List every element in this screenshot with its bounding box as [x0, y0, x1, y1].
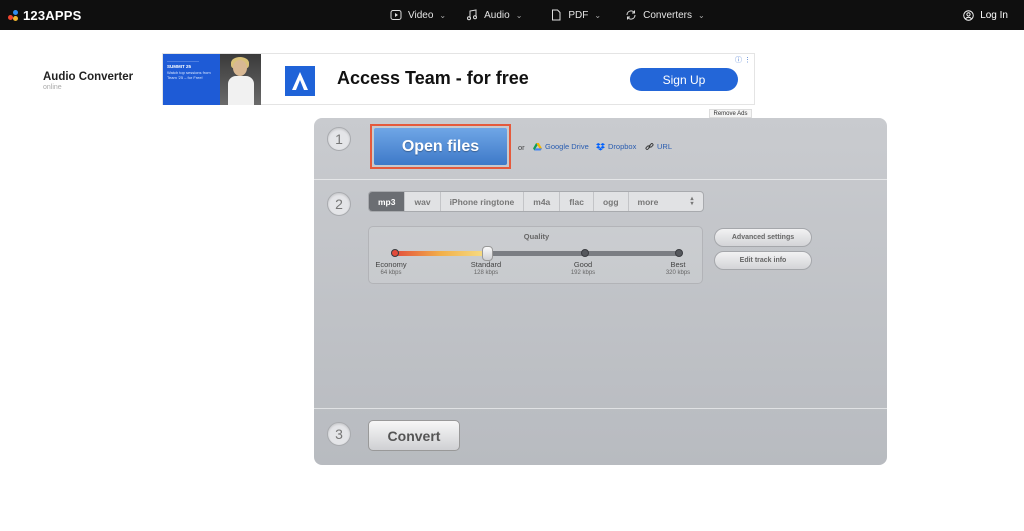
ad-signup-button[interactable]: Sign Up [630, 68, 738, 91]
open-files-button[interactable]: Open files [370, 124, 511, 169]
tab-m4a[interactable]: m4a [524, 192, 561, 211]
ad-banner[interactable]: ———————— SUMMIT 25 Watch top sessions fr… [162, 53, 755, 105]
dropbox-icon [596, 142, 605, 151]
tab-wav[interactable]: wav [405, 192, 441, 211]
dropbox-label: Dropbox [608, 142, 637, 151]
chevron-down-icon: ⌄ [594, 10, 602, 20]
atlassian-logo-icon [285, 66, 315, 96]
tab-mp3[interactable]: mp3 [369, 192, 406, 211]
quality-tick-economy[interactable] [391, 249, 399, 257]
user-icon [963, 9, 974, 21]
more-formats-dropdown[interactable]: more ▴ ▾ [629, 192, 703, 211]
nav-video[interactable]: Video ⌄ [390, 9, 446, 21]
login-button[interactable]: Log In [963, 0, 1008, 30]
quality-level-economy[interactable]: Economy 64 kbps [361, 260, 421, 276]
quality-slider[interactable] [391, 246, 683, 261]
quality-slider-fill [393, 251, 489, 256]
level-name: Standard [470, 260, 502, 269]
nav-converters-label: Converters [643, 9, 692, 21]
level-kbps: 128 kbps [473, 270, 499, 276]
video-icon [390, 10, 402, 20]
remove-ads-link[interactable]: Remove Ads [709, 109, 752, 118]
nav-pdf[interactable]: PDF ⌄ [550, 9, 601, 21]
tab-ogg[interactable]: ogg [594, 192, 629, 211]
converter-panel: 1 Open files or Google Drive Dropbox URL… [314, 118, 887, 465]
quality-label: Quality [523, 232, 550, 241]
google-drive-link[interactable]: Google Drive [533, 142, 589, 151]
level-name: Good [573, 260, 593, 269]
dropbox-link[interactable]: Dropbox [596, 142, 636, 151]
page-title: Audio Converter [43, 71, 134, 83]
link-icon [645, 143, 654, 150]
music-note-icon [467, 9, 478, 21]
quality-level-best[interactable]: Best 320 kbps [648, 260, 708, 276]
url-link[interactable]: URL [645, 142, 672, 151]
nav-audio-label: Audio [484, 9, 510, 21]
top-navigation-bar: 123APPS Video ⌄ Audio ⌄ PDF ⌄ Converters… [0, 0, 1024, 30]
convert-button[interactable]: Convert [368, 420, 460, 451]
level-name: Economy [375, 260, 407, 269]
page-subtitle: online [43, 84, 62, 91]
logo[interactable]: 123APPS [8, 8, 82, 23]
level-kbps: 320 kbps [665, 270, 691, 276]
ad-person-image [220, 54, 261, 105]
tab-iphone-ringtone[interactable]: iPhone ringtone [441, 192, 525, 211]
google-drive-label: Google Drive [545, 142, 589, 151]
step-divider [314, 179, 887, 180]
more-label: more [637, 196, 659, 207]
convert-icon [626, 10, 636, 20]
quality-tick-best[interactable] [675, 249, 683, 257]
nav-converters[interactable]: Converters ⌄ [625, 9, 705, 21]
level-kbps: 64 kbps [380, 270, 402, 276]
nav-audio[interactable]: Audio ⌄ [466, 9, 522, 21]
level-name: Best [670, 260, 686, 269]
chevron-down-icon: ⌄ [698, 10, 705, 20]
step-divider [314, 408, 887, 409]
open-files-label: Open files [374, 128, 507, 165]
level-kbps: 192 kbps [570, 270, 596, 276]
step-number-2: 2 [327, 192, 351, 216]
chevron-down-icon: ⌄ [439, 10, 447, 20]
google-drive-icon [533, 142, 542, 151]
quality-level-good[interactable]: Good 192 kbps [553, 260, 613, 276]
tab-flac[interactable]: flac [560, 192, 594, 211]
ad-thumb-text: Watch top sessions from Team '25 – for F… [167, 70, 211, 80]
quality-tick-good[interactable] [581, 249, 589, 257]
logo-text: 123APPS [23, 8, 82, 23]
step-number-3: 3 [327, 422, 351, 446]
ad-thumbnail: ———————— SUMMIT 25 Watch top sessions fr… [163, 54, 261, 105]
nav-pdf-label: PDF [568, 9, 589, 21]
step-number-1: 1 [327, 127, 351, 151]
ad-info-icon[interactable]: ⓘ ⋮ [735, 55, 751, 65]
quality-slider-handle[interactable] [482, 246, 493, 261]
document-icon [552, 9, 561, 21]
login-label: Log In [980, 9, 1008, 21]
ad-thumb-line1: ———————— [167, 58, 199, 63]
url-label: URL [657, 142, 673, 151]
advanced-settings-button[interactable]: Advanced settings [714, 228, 812, 247]
ad-thumb-title: SUMMIT 25 [167, 64, 192, 69]
quality-level-standard[interactable]: Standard 128 kbps [456, 260, 516, 276]
ad-headline: Access Team - for free [337, 68, 529, 88]
logo-icon [8, 9, 20, 22]
quality-selector: Quality Economy 64 kbps Standard 128 kbp… [368, 226, 703, 284]
chevron-down-icon: ⌄ [515, 10, 523, 20]
edit-track-info-button[interactable]: Edit track info [714, 251, 812, 270]
main-nav: Video ⌄ Audio ⌄ PDF ⌄ Converters ⌄ [390, 0, 705, 30]
or-label: or [518, 143, 525, 152]
format-tabs: mp3 wav iPhone ringtone m4a flac ogg mor… [368, 191, 704, 212]
select-arrows-icon: ▴ ▾ [690, 195, 694, 207]
nav-video-label: Video [408, 9, 434, 21]
